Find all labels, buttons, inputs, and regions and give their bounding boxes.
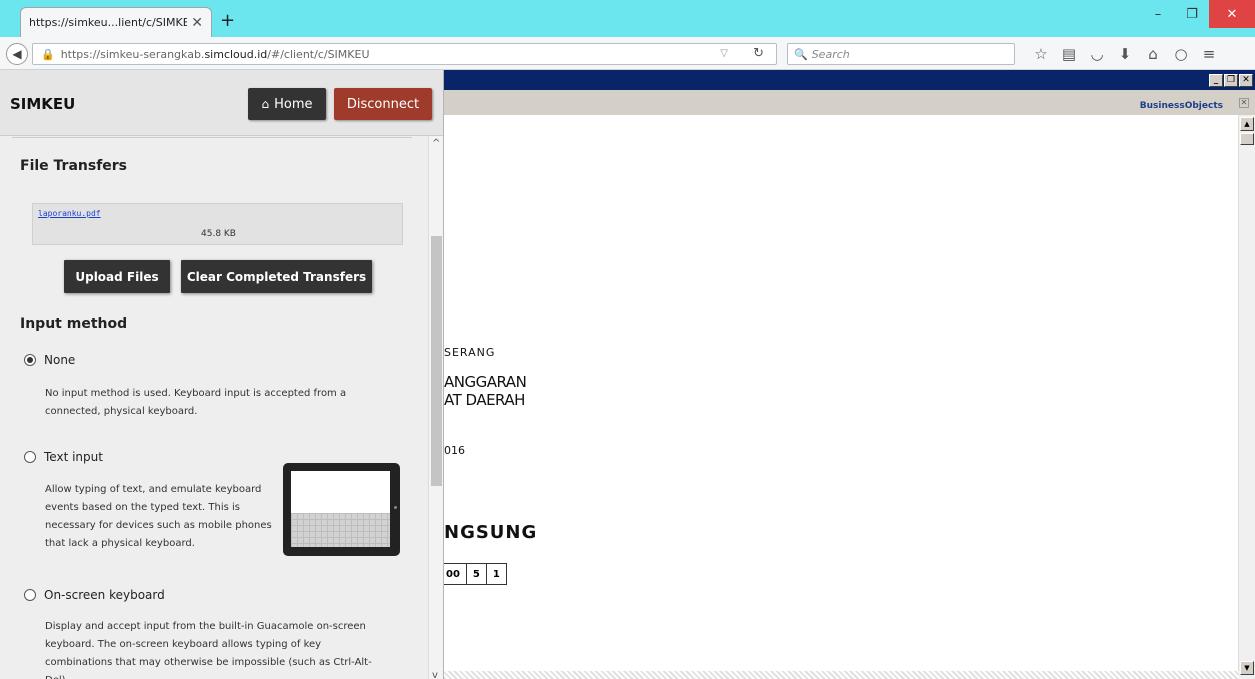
scroll-thumb[interactable] [1240, 133, 1254, 145]
back-arrow-icon: ◀ [12, 47, 22, 61]
search-icon: 🔍 [794, 47, 808, 61]
option-description: No input method is used. Keyboard input … [45, 388, 347, 417]
radio-selected-icon[interactable] [24, 354, 36, 366]
scroll-down-icon[interactable]: ▼ [1240, 661, 1254, 675]
chat-icon[interactable]: ○ [1167, 45, 1195, 63]
remote-close-button[interactable]: ✕ [1239, 74, 1253, 87]
input-method-none-option[interactable]: None [24, 353, 75, 367]
menu-scrollbar[interactable]: ^ v [428, 136, 443, 679]
toolbar-icons: ☆ ▤ ◡ ⬇ ⌂ ○ ≡ [1027, 45, 1223, 63]
menu-divider [12, 137, 412, 138]
search-placeholder: Search [811, 47, 850, 61]
url-text: https://simkeu-serangkab.simcloud.id/#/c… [60, 47, 370, 61]
transfer-item: laporanku.pdf 45.8 KB [32, 203, 403, 245]
download-icon[interactable]: ⬇ [1111, 45, 1139, 63]
code-boxes: 00 5 1 [444, 563, 507, 585]
option-description: Allow typing of text, and emulate keyboa… [45, 484, 272, 549]
input-method-text-option[interactable]: Text input [24, 450, 103, 464]
close-window-button[interactable]: ✕ [1209, 0, 1255, 28]
reload-icon[interactable]: ↻ [753, 46, 764, 61]
window-controls: – ❐ ✕ [1141, 0, 1255, 28]
remote-vertical-scrollbar[interactable]: ▲ ▼ [1238, 115, 1255, 679]
remote-desktop[interactable]: _ ❐ ✕ BusinessObjects ✕ SERANG ANGGARAN … [444, 70, 1255, 679]
restore-button[interactable]: ❐ [1175, 0, 1209, 28]
option-description: Display and accept input from the built-… [45, 621, 372, 679]
tab-close-icon[interactable]: ✕ [191, 15, 203, 31]
tablet-keyboard-icon [283, 463, 400, 556]
remote-toolbar: BusinessObjects ✕ [444, 90, 1255, 115]
home-page-icon[interactable]: ⌂ [1139, 45, 1167, 63]
clear-transfers-button[interactable]: Clear Completed Transfers [181, 260, 372, 293]
remote-minimize-button[interactable]: _ [1209, 74, 1223, 87]
input-method-osk-option[interactable]: On-screen keyboard [24, 588, 165, 602]
url-dropdown-icon[interactable]: ▽ [720, 48, 728, 59]
transfer-size: 45.8 KB [201, 229, 236, 239]
browser-tab[interactable]: https://simkeu...lient/c/SIMKEU ✕ [20, 7, 212, 37]
input-method-title: Input method [20, 316, 128, 332]
option-label: Text input [44, 450, 103, 464]
report-line: ANGGARAN [444, 373, 527, 391]
scroll-up-icon[interactable]: ▲ [1240, 117, 1254, 131]
file-transfers-title: File Transfers [20, 158, 128, 174]
report-line: 016 [444, 444, 465, 457]
menu-scroll-thumb[interactable] [431, 236, 442, 486]
radio-unselected-icon[interactable] [24, 589, 36, 601]
report-line: NGSUNG [444, 522, 538, 543]
guacamole-menu: SIMKEU ⌂ Home Disconnect File Transfers … [0, 70, 444, 679]
app-title: SIMKEU [10, 95, 76, 113]
home-button-label: Home [274, 96, 313, 112]
business-objects-logo: BusinessObjects [1139, 101, 1223, 111]
menu-header: SIMKEU ⌂ Home Disconnect [0, 70, 443, 136]
remote-horizontal-scrollbar[interactable] [444, 671, 1239, 679]
scroll-down-icon[interactable]: v [432, 670, 438, 679]
remote-title-bar: _ ❐ ✕ [444, 70, 1255, 90]
lock-icon: 🔒 [41, 47, 55, 61]
url-bar[interactable]: 🔒 https://simkeu-serangkab.simcloud.id/#… [32, 43, 777, 65]
code-box: 00 [444, 563, 467, 585]
radio-unselected-icon[interactable] [24, 451, 36, 463]
search-bar[interactable]: 🔍 Search [787, 43, 1015, 65]
remote-restore-button[interactable]: ❐ [1224, 74, 1238, 87]
disconnect-button[interactable]: Disconnect [334, 88, 432, 120]
back-button[interactable]: ◀ [6, 43, 28, 65]
browser-navbar: ◀ 🔒 https://simkeu-serangkab.simcloud.id… [0, 37, 1255, 70]
report-line: AT DAERAH [444, 391, 525, 409]
home-icon: ⌂ [261, 97, 270, 111]
remote-panel-close-icon[interactable]: ✕ [1239, 98, 1249, 108]
tab-title: https://simkeu...lient/c/SIMKEU [29, 16, 188, 29]
option-label: On-screen keyboard [44, 588, 165, 602]
hamburger-menu-icon[interactable]: ≡ [1195, 45, 1223, 63]
home-button[interactable]: ⌂ Home [248, 88, 326, 120]
report-line: SERANG [444, 346, 496, 359]
browser-tab-strip: https://simkeu...lient/c/SIMKEU ✕ + – ❐ … [0, 0, 1255, 37]
code-box: 5 [466, 563, 487, 585]
pocket-icon[interactable]: ◡ [1083, 45, 1111, 63]
new-tab-button[interactable]: + [220, 10, 235, 31]
minimize-button[interactable]: – [1141, 0, 1175, 28]
transfer-filename-link[interactable]: laporanku.pdf [38, 209, 101, 218]
remote-window-controls: _ ❐ ✕ [1208, 74, 1253, 87]
reading-list-icon[interactable]: ▤ [1055, 45, 1083, 63]
code-box: 1 [486, 563, 507, 585]
upload-files-button[interactable]: Upload Files [64, 260, 170, 293]
option-label: None [44, 353, 76, 367]
scroll-up-icon[interactable]: ^ [432, 138, 440, 149]
bookmark-star-icon[interactable]: ☆ [1027, 45, 1055, 63]
